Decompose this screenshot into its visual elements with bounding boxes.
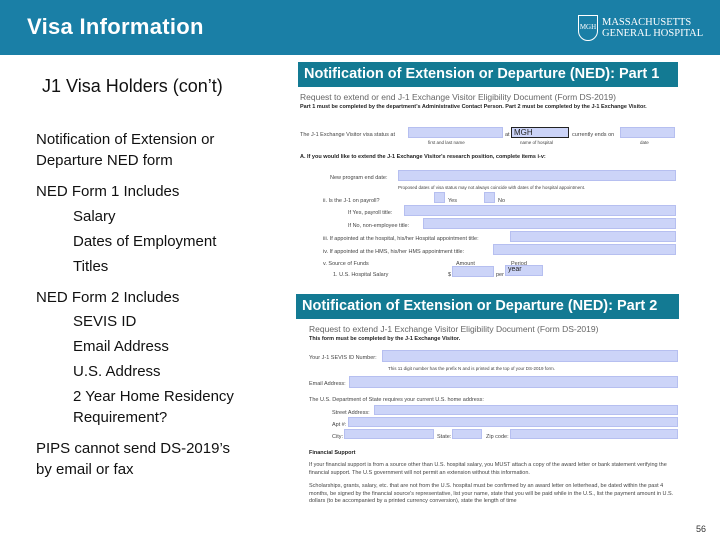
pips-note-2: by email or fax: [36, 461, 134, 478]
pips-note: PIPS cannot send DS-2019’s: [36, 440, 231, 457]
part2-request: Request to extend J-1 Exchange Visitor E…: [309, 324, 599, 334]
caption: date: [640, 140, 649, 145]
mgh-logo: MGH MASSACHUSETTS GENERAL HOSPITAL: [578, 15, 703, 41]
form2-heading: NED Form 2 Includes: [36, 289, 180, 306]
form2-item: 2 Year Home Residency: [73, 388, 234, 405]
form2-item: SEVIS ID: [73, 313, 137, 330]
label: Street Address:: [332, 410, 370, 416]
label: ii. Is the J-1 on payroll?: [323, 198, 380, 204]
hospital-field: MGH: [511, 127, 569, 138]
ned-form-text: Notification of Extension or: [36, 131, 215, 148]
label: No: [498, 198, 506, 204]
amount-field: [452, 266, 494, 277]
logo-line2: GENERAL HOSPITAL: [602, 28, 704, 39]
state-field: [452, 429, 482, 439]
ned-part2-form-image: Notification of Extension or Departure (…: [296, 294, 680, 510]
ned-form-text-2: Departure NED form: [36, 152, 173, 169]
financial-heading: Financial Support: [309, 450, 356, 456]
sevis-field: [382, 350, 678, 362]
zip-field: [510, 429, 678, 439]
city-field: [344, 429, 434, 439]
hosp-title-field: [510, 231, 676, 242]
part1-instructions: Part 1 must be completed by the departme…: [300, 104, 647, 110]
no-checkbox: [484, 192, 495, 203]
caption: first and last name: [428, 140, 465, 145]
label: The U.S. Department of State requires yo…: [309, 397, 484, 403]
label: If Yes, payroll title:: [348, 210, 393, 216]
logo-line1: MASSACHUSETTS: [602, 17, 692, 28]
yes-checkbox: [434, 192, 445, 203]
label: at: [505, 132, 510, 138]
slide-header: Visa Information MGH MASSACHUSETTS GENERA…: [0, 0, 720, 55]
part2-title: Notification of Extension or Departure (…: [296, 294, 679, 319]
part1-title: Notification of Extension or Departure (…: [298, 62, 678, 87]
note: Proposed dates of visa status may not al…: [398, 185, 586, 190]
label: 1. U.S. Hospital Salary: [333, 272, 389, 278]
nonemp-title-field: [423, 218, 676, 229]
date-field: [620, 127, 675, 138]
label: Zip code:: [486, 434, 509, 440]
financial-paragraph-2: Scholarships, grants, salary, etc. that …: [309, 483, 674, 504]
street-field: [374, 405, 678, 415]
label: Yes: [448, 198, 457, 204]
label: iii. If appointed at the hospital, his/h…: [323, 236, 479, 242]
label: New program end date:: [330, 175, 388, 181]
label: iv. If appointed at the HMS, his/her HMS…: [323, 249, 465, 255]
form1-heading: NED Form 1 Includes: [36, 183, 180, 200]
section-a: A. If you would like to extend the J-1 E…: [300, 154, 546, 160]
label: Email Address:: [309, 381, 346, 387]
label: If No, non-employee title:: [348, 223, 410, 229]
note: This 11 digit number has the prefix N an…: [388, 366, 556, 371]
name-field: [408, 127, 503, 138]
part1-request: Request to extend or end J-1 Exchange Vi…: [300, 92, 616, 102]
shield-icon: MGH: [578, 15, 598, 41]
form1-item: Dates of Employment: [73, 233, 217, 250]
period-select: year: [505, 265, 543, 276]
page-number: 56: [696, 524, 707, 534]
label: City:: [332, 434, 343, 440]
email-field: [349, 376, 678, 388]
label: $: [448, 272, 452, 278]
form2-item: U.S. Address: [73, 363, 161, 380]
form1-item: Salary: [73, 208, 116, 225]
financial-paragraph: If your financial support is from a sour…: [309, 462, 667, 476]
part2-instructions: This form must be completed by the J-1 E…: [309, 336, 461, 342]
form1-item: Titles: [73, 258, 109, 275]
label: Apt #:: [332, 422, 347, 428]
payroll-title-field: [404, 205, 676, 216]
label: currently ends on: [572, 132, 615, 138]
slide-subtitle: J1 Visa Holders (con’t): [42, 76, 223, 96]
label: State:: [437, 434, 452, 440]
form2-item: Requirement?: [73, 409, 168, 426]
label: per: [496, 272, 504, 278]
hms-title-field: [493, 244, 676, 255]
caption: name of hospital: [520, 140, 554, 145]
new-end-field: [398, 170, 676, 181]
label: The J-1 Exchange Visitor visa status at: [300, 132, 395, 138]
ned-part1-form-image: Notification of Extension or Departure (…: [298, 62, 680, 278]
label: Your J-1 SEVIS ID Number:: [309, 355, 377, 361]
label: v. Source of Funds: [323, 261, 369, 267]
slide-title: Visa Information: [27, 14, 204, 39]
apt-field: [348, 417, 678, 427]
form2-item: Email Address: [73, 338, 169, 355]
